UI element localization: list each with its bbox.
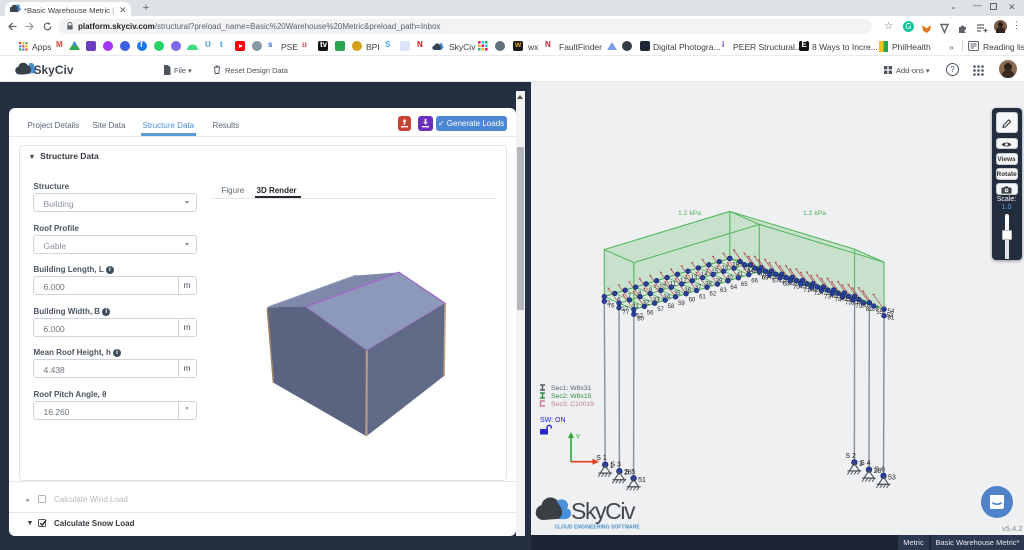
svg-text:S 5: S 5 <box>625 469 636 476</box>
svg-text:53: 53 <box>888 474 896 481</box>
svg-text:64: 64 <box>730 285 737 291</box>
svg-text:SkyCiv: SkyCiv <box>34 63 74 77</box>
svg-text:56: 56 <box>647 310 654 316</box>
svg-text:57: 57 <box>657 307 664 313</box>
svg-text:77: 77 <box>623 310 630 316</box>
svg-text:SkyCiv: SkyCiv <box>571 498 636 524</box>
svg-text:S 4: S 4 <box>860 460 871 467</box>
svg-text:Sec3: C10019: Sec3: C10019 <box>551 401 594 408</box>
svg-text:S 6: S 6 <box>875 466 886 473</box>
svg-text:81: 81 <box>888 316 895 322</box>
svg-text:62: 62 <box>710 291 717 297</box>
svg-text:58: 58 <box>668 304 675 310</box>
svg-text:Sec2: W8x15: Sec2: W8x15 <box>551 393 592 400</box>
svg-text:76: 76 <box>608 304 615 310</box>
svg-text:59: 59 <box>678 301 685 307</box>
svg-text:1.2 kPa: 1.2 kPa <box>678 210 701 217</box>
svg-text:Sec1: W8x31: Sec1: W8x31 <box>551 385 592 392</box>
svg-text:80: 80 <box>637 317 644 323</box>
svg-text:63: 63 <box>720 288 727 294</box>
svg-text:S 2: S 2 <box>845 453 856 460</box>
svg-text:Y: Y <box>576 432 581 441</box>
svg-text:61: 61 <box>699 295 706 301</box>
svg-text:51: 51 <box>638 477 646 484</box>
svg-text:S 1: S 1 <box>596 455 607 462</box>
svg-text:65: 65 <box>741 282 748 288</box>
svg-text:54: 54 <box>888 309 895 315</box>
svg-text:1.2 kPa: 1.2 kPa <box>803 210 826 217</box>
svg-text:S 3: S 3 <box>610 462 621 469</box>
svg-text:CLOUD ENGINEERING SOFTWARE: CLOUD ENGINEERING SOFTWARE <box>555 525 641 531</box>
svg-text:66: 66 <box>751 279 758 285</box>
svg-text:v5.4.2: v5.4.2 <box>1002 524 1022 533</box>
svg-text:SW: ON: SW: ON <box>540 417 566 424</box>
svg-text:60: 60 <box>689 298 696 304</box>
